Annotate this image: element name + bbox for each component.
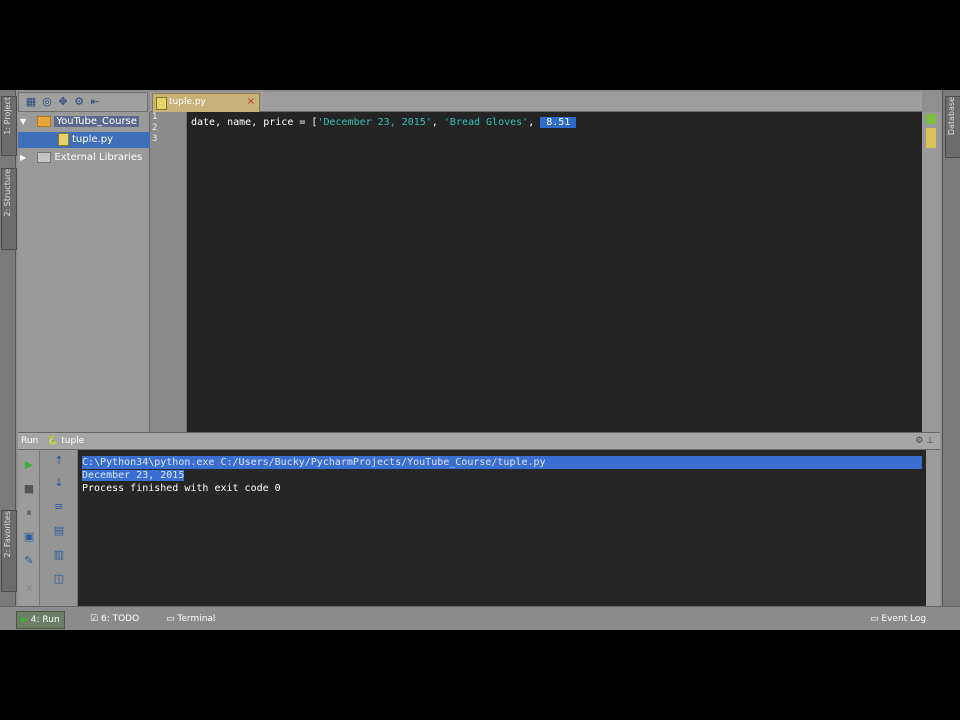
- console-exit-line: Process finished with exit code 0: [82, 483, 281, 494]
- hide-panel-icon[interactable]: ⊥: [926, 436, 934, 446]
- console-command-line: C:\Python34\python.exe C:/Users/Bucky/Py…: [82, 456, 922, 469]
- todo-icon: ☑: [90, 614, 99, 624]
- line-number: 2: [152, 123, 158, 133]
- editor-tab-bar: tuple.py ×: [150, 92, 922, 113]
- todo-bottom-tab-label: 6: TODO: [100, 614, 140, 624]
- editor-tab-label: tuple.py: [169, 97, 206, 107]
- terminal-bottom-tab[interactable]: ▭ Terminal: [162, 611, 219, 627]
- settings-gear-icon[interactable]: ⚙: [915, 436, 923, 446]
- hide-panel-icon[interactable]: ⇤: [89, 96, 101, 108]
- run-bottom-tab[interactable]: ▶ 4: Run: [16, 611, 65, 629]
- close-tab-icon[interactable]: ×: [247, 94, 255, 110]
- settings-gear-icon[interactable]: ⚙: [73, 96, 85, 108]
- tree-item-label: YouTube_Course: [54, 116, 139, 127]
- scroll-down-icon[interactable]: ↓: [51, 476, 67, 490]
- code-editor[interactable]: date, name, price = ['December 23, 2015'…: [187, 112, 922, 432]
- tree-item-external-libraries[interactable]: ▶ External Libraries: [20, 150, 142, 166]
- stop-icon[interactable]: ■: [22, 482, 36, 496]
- editor-marker-strip: [922, 112, 940, 432]
- project-view-icon[interactable]: ▦: [25, 96, 37, 108]
- database-side-tab-label: Database: [947, 97, 956, 136]
- warning-marker-icon: [926, 128, 936, 148]
- dump-threads-icon[interactable]: ▣: [22, 530, 36, 544]
- structure-side-tab-label: 2: Structure: [3, 169, 12, 217]
- left-tool-strip: 1: Project 2: Structure 2: Favorites: [0, 90, 17, 630]
- tree-item-label: tuple.py: [72, 134, 113, 145]
- project-side-tab[interactable]: 1: Project: [1, 96, 17, 156]
- folder-icon: [37, 115, 52, 127]
- project-toolbar: ▦ ◎ ✥ ⚙ ⇤: [18, 92, 148, 112]
- collapse-icon[interactable]: ✥: [57, 96, 69, 108]
- database-side-tab[interactable]: Database: [945, 96, 960, 158]
- line-number: 1: [152, 112, 158, 122]
- bottom-tool-bar: ▶ 4: Run ☑ 6: TODO ▭ Terminal ▭ Event Lo…: [0, 606, 960, 630]
- tree-item-project-root[interactable]: ▼ YouTube_Course: [20, 114, 139, 130]
- favorites-side-tab[interactable]: 2: Favorites: [1, 510, 17, 592]
- project-side-tab-label: 1: Project: [3, 97, 12, 135]
- code-string-name: 'Bread Gloves': [443, 117, 529, 128]
- run-config-label: tuple: [61, 436, 85, 446]
- project-tree: ▼ YouTube_Course tuple.py ▶ External Lib…: [18, 112, 150, 432]
- python-file-icon: [156, 97, 167, 110]
- status-ok-icon: [926, 114, 936, 124]
- pause-icon[interactable]: ⏸: [22, 506, 36, 520]
- run-panel-header: Run 🐍 tuple ⚙ ⊥: [18, 432, 940, 450]
- run-console[interactable]: C:\Python34\python.exe C:/Users/Bucky/Py…: [78, 450, 926, 606]
- rerun-play-icon[interactable]: ▶: [22, 458, 36, 472]
- code-assign: =: [293, 117, 312, 128]
- run-config[interactable]: 🐍 tuple: [47, 436, 84, 446]
- collapse-arrow-icon[interactable]: ▶: [20, 153, 26, 162]
- favorites-side-tab-label: 2: Favorites: [3, 511, 12, 558]
- code-comma: ,: [431, 117, 444, 128]
- expand-arrow-icon[interactable]: ▼: [20, 117, 26, 126]
- libraries-icon: [37, 151, 52, 163]
- run-header-tools: ⚙ ⊥: [915, 433, 934, 450]
- tree-item-label: External Libraries: [54, 152, 143, 163]
- terminal-icon: ▭: [166, 614, 175, 624]
- pin-icon[interactable]: ✎: [22, 554, 36, 568]
- tree-item-tuple-py[interactable]: tuple.py: [18, 132, 150, 148]
- terminal-bottom-tab-label: Terminal: [177, 614, 216, 624]
- code-comma: ,: [528, 117, 541, 128]
- console-scrollbar[interactable]: [926, 450, 940, 606]
- run-toolbar-secondary: ↑ ↓ ≡ ▤ ▥ ◫: [40, 450, 78, 606]
- soft-wrap-icon[interactable]: ≡: [51, 500, 67, 514]
- structure-side-tab[interactable]: 2: Structure: [1, 168, 17, 250]
- run-toolbar-primary: ▶ ■ ⏸ ▣ ✎ ✕: [18, 450, 40, 606]
- right-tool-strip: Database: [942, 90, 960, 630]
- editor-tab-tuple-py[interactable]: tuple.py ×: [152, 93, 260, 113]
- code-variables: date, name, price: [191, 117, 294, 128]
- todo-bottom-tab[interactable]: ☑ 6: TODO: [86, 611, 143, 627]
- sync-icon[interactable]: ◎: [41, 96, 53, 108]
- clear-all-icon[interactable]: ▥: [51, 548, 67, 562]
- run-panel-label: Run: [21, 436, 39, 446]
- print-icon[interactable]: ▤: [51, 524, 67, 538]
- help-icon[interactable]: ◫: [51, 572, 67, 586]
- code-string-date: 'December 23, 2015': [317, 117, 432, 128]
- event-log-tab[interactable]: ▭ Event Log: [866, 611, 930, 627]
- event-log-label: Event Log: [881, 614, 927, 624]
- python-file-icon: [58, 132, 69, 146]
- event-log-icon: ▭: [870, 614, 879, 624]
- run-play-icon: ▶: [21, 615, 28, 625]
- console-output-line: December 23, 2015: [82, 470, 185, 481]
- editor-gutter: 1 2 3: [150, 112, 187, 432]
- scroll-up-icon[interactable]: ↑: [51, 454, 67, 468]
- code-selected-number: 8.51: [540, 117, 577, 128]
- line-number: 3: [152, 134, 158, 144]
- close-run-icon[interactable]: ✕: [22, 582, 36, 596]
- code-line-1[interactable]: date, name, price = ['December 23, 2015'…: [191, 116, 577, 129]
- ide-window: 1: Project 2: Structure 2: Favorites Dat…: [0, 90, 960, 630]
- run-bottom-tab-label: 4: Run: [30, 615, 60, 625]
